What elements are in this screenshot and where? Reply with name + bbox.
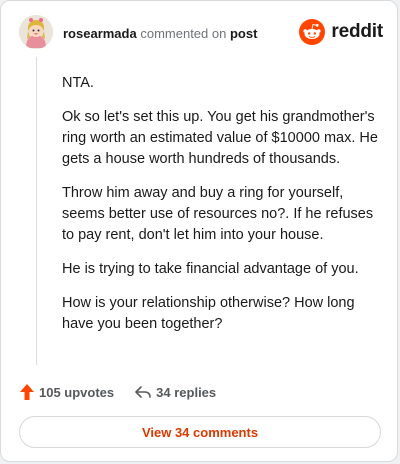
comment-body: NTA. Ok so let's set this up. You get hi…: [62, 73, 384, 348]
upvote-button[interactable]: 105 upvotes: [19, 383, 114, 401]
reddit-wordmark: reddit: [331, 21, 383, 42]
reply-button[interactable]: 34 replies: [134, 384, 216, 400]
upvote-count: 105 upvotes: [39, 384, 115, 400]
comment-byline: rosearmada commented on post: [63, 26, 257, 41]
comment-paragraph: He is trying to take financial advantage…: [62, 261, 359, 277]
comment-paragraph: NTA.: [62, 75, 94, 91]
username-link[interactable]: rosearmada: [63, 26, 137, 41]
view-comments-button[interactable]: View 34 comments: [19, 416, 381, 448]
reddit-logo[interactable]: reddit: [299, 19, 383, 45]
comment-paragraph: Ok so let's set this up. You get his gra…: [62, 109, 378, 167]
upvote-icon: [20, 384, 34, 400]
comment-header: rosearmada commented on post reddit: [19, 15, 383, 53]
reply-count: 34 replies: [156, 384, 217, 400]
reddit-logo-icon: [299, 19, 326, 45]
comment-paragraph: How is your relationship otherwise? How …: [62, 295, 355, 332]
avatar[interactable]: [19, 15, 53, 49]
comment-card: rosearmada commented on post reddit NTA.…: [0, 0, 398, 462]
action-text: commented on: [140, 26, 227, 41]
post-link[interactable]: post: [230, 26, 257, 41]
thread-line: [36, 57, 37, 365]
reply-icon: [135, 386, 151, 398]
comment-actions: 105 upvotes 34 replies: [19, 381, 216, 403]
comment-paragraph: Throw him away and buy a ring for yourse…: [62, 185, 374, 243]
